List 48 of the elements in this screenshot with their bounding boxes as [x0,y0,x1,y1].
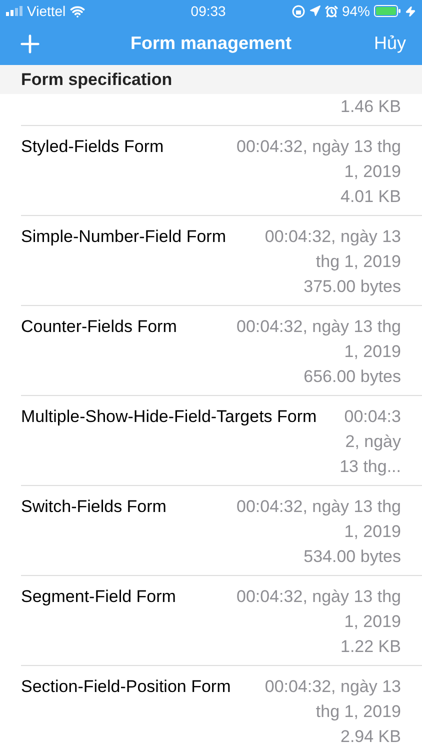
rotation-lock-icon [292,4,305,18]
form-detail-line: 1.46 KB [340,96,401,118]
form-detail-line: thg 1, 2019 [316,251,401,273]
form-row[interactable]: Counter-Fields Form 00:04:32, ngày 13 thg 1, 2019 656.00 bytes [0,306,422,396]
nav-title: Form management [130,32,292,55]
location-icon [308,5,321,17]
form-detail-line: 00:04:32, ngày 13 thg [236,496,401,518]
form-detail-line: 00:04:3 [344,406,401,428]
form-detail-line: 00:04:32, ngày 13 thg [236,316,401,338]
form-name: Switch-Fields Form [21,496,168,518]
form-detail-line: 656.00 bytes [304,366,401,388]
battery-percent: 94% [342,2,370,20]
form-detail-line: 1, 2019 [344,161,401,183]
wifi-icon [70,4,85,18]
form-detail-line: 1, 2019 [344,521,401,543]
form-row[interactable]: Multiple-Show-Hide-Field-Targets Form 00:04:3 2, ngày 13 thg... [0,396,422,486]
form-detail-line: 375.00 bytes [304,276,401,298]
form-detail-line: 00:04:32, ngày 13 [264,226,401,248]
signal-icon [6,6,23,16]
form-row[interactable]: Simple-Number-Field Form 00:04:32, ngày 13 thg 1, 2019 375.00 bytes [0,216,422,306]
form-name: Segment-Field Form [21,586,177,608]
form-name: Section-Field-Position Form [21,676,232,698]
form-name: Simple-Number-Field Form [21,226,227,248]
charging-icon [405,6,416,16]
form-detail-line: 00:04:32, ngày 13 thg [236,586,401,608]
form-detail-line: 1.22 KB [340,636,401,658]
form-name: Counter-Fields Form [21,316,178,338]
status-time: 09:33 [190,2,226,20]
section-header: Form specification [0,65,422,94]
form-detail-line: 4.01 KB [340,186,401,208]
form-row[interactable]: Styled-Fields Form 00:04:32, ngày 13 thg 1, 2019 4.01 KB [0,126,422,216]
form-name: Styled-Fields Form [21,136,165,158]
form-row[interactable]: Segment-Field Form 00:04:32, ngày 13 thg 1, 2019 1.22 KB [0,576,422,666]
battery-icon [374,5,401,17]
form-detail-line: thg 1, 2019 [316,701,401,723]
alarm-icon [324,4,338,18]
form-detail-line: 2, ngày [345,431,401,453]
form-detail-line: 00:04:32, ngày 13 thg [236,136,401,158]
carrier-name: Viettel [27,2,66,20]
form-detail-line: 1, 2019 [344,341,401,363]
form-row[interactable]: Switch-Fields Form 00:04:32, ngày 13 thg 1, 2019 534.00 bytes [0,486,422,576]
form-detail-line: 00:04:32, ngày 13 [264,676,401,698]
form-row[interactable]: Section-Field-Position Form 00:04:32, ngày 13 thg 1, 2019 2.94 KB [0,666,422,750]
form-name: Multiple-Show-Hide-Field-Targets Form [21,406,318,428]
form-detail-line: 13 thg... [340,456,401,478]
form-detail-line: 1, 2019 [344,611,401,633]
form-detail-line: 534.00 bytes [304,546,401,568]
form-detail-line: 2.94 KB [340,726,401,748]
